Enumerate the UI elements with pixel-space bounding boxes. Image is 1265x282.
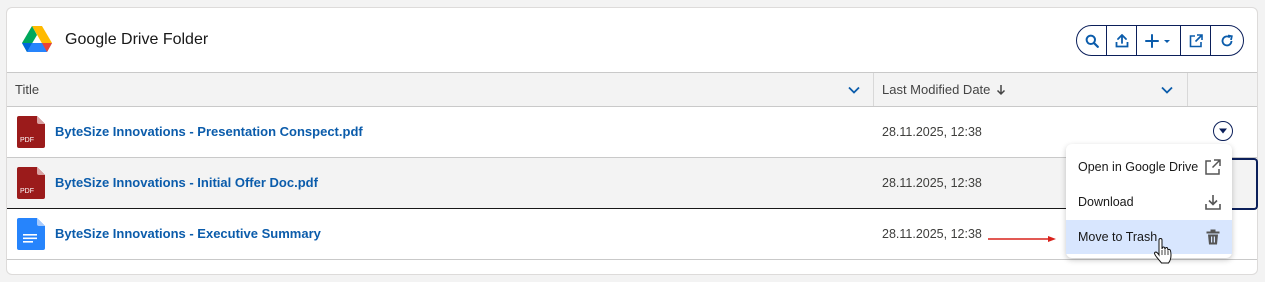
column-header-modified-label: Last Modified Date (882, 82, 991, 97)
google-drive-icon (22, 26, 52, 52)
svg-text:PDF: PDF (20, 137, 34, 144)
search-button[interactable] (1077, 26, 1107, 55)
page-title: Google Drive Folder (65, 31, 209, 48)
upload-button[interactable] (1107, 26, 1137, 55)
add-dropdown-button[interactable] (1137, 26, 1181, 55)
external-link-icon (1189, 33, 1203, 47)
menu-item-move-to-trash[interactable]: Move to Trash (1066, 220, 1232, 254)
external-link-icon (1205, 159, 1221, 175)
svg-text:PDF: PDF (20, 188, 34, 195)
google-doc-icon (17, 218, 45, 250)
sort-descending-icon (997, 84, 1006, 95)
chevron-down-icon[interactable] (1160, 83, 1174, 97)
column-divider (873, 73, 874, 106)
menu-item-open-in-drive[interactable]: Open in Google Drive (1066, 150, 1232, 184)
pdf-file-icon: PDF (17, 167, 45, 199)
menu-item-label: Move to Trash (1078, 230, 1158, 244)
modified-date: 28.11.2025, 12:38 (882, 176, 982, 190)
table-header: Title Last Modified Date (7, 72, 1257, 107)
card-header: Google Drive Folder (7, 8, 1257, 72)
hand-cursor-icon (1153, 238, 1172, 264)
column-header-modified[interactable]: Last Modified Date (882, 73, 1007, 106)
file-link[interactable]: ByteSize Innovations - Presentation Cons… (55, 124, 363, 139)
file-link[interactable]: ByteSize Innovations - Executive Summary (55, 226, 321, 241)
plus-dropdown-icon (1144, 33, 1170, 48)
row-actions-button[interactable] (1213, 121, 1233, 141)
upload-icon (1115, 33, 1128, 47)
row-actions-menu: Open in Google Drive Download Move to Tr… (1066, 144, 1232, 258)
menu-item-download[interactable]: Download (1066, 185, 1232, 219)
pdf-file-icon: PDF (17, 116, 45, 148)
refresh-icon (1221, 34, 1233, 46)
caret-down-icon (1219, 128, 1227, 134)
trash-icon (1206, 229, 1220, 245)
header-action-group (1076, 25, 1244, 56)
refresh-button[interactable] (1211, 26, 1243, 55)
column-divider (1187, 73, 1188, 106)
open-external-button[interactable] (1181, 26, 1211, 55)
download-icon (1205, 195, 1221, 210)
chevron-down-icon[interactable] (847, 83, 861, 97)
modified-date: 28.11.2025, 12:38 (882, 227, 982, 241)
column-header-title[interactable]: Title (15, 73, 39, 106)
menu-item-label: Download (1078, 195, 1134, 209)
file-link[interactable]: ByteSize Innovations - Initial Offer Doc… (55, 175, 318, 190)
modified-date: 28.11.2025, 12:38 (882, 125, 982, 139)
annotation-arrow-icon (988, 236, 1056, 242)
menu-item-label: Open in Google Drive (1078, 160, 1199, 174)
search-icon (1085, 34, 1099, 48)
